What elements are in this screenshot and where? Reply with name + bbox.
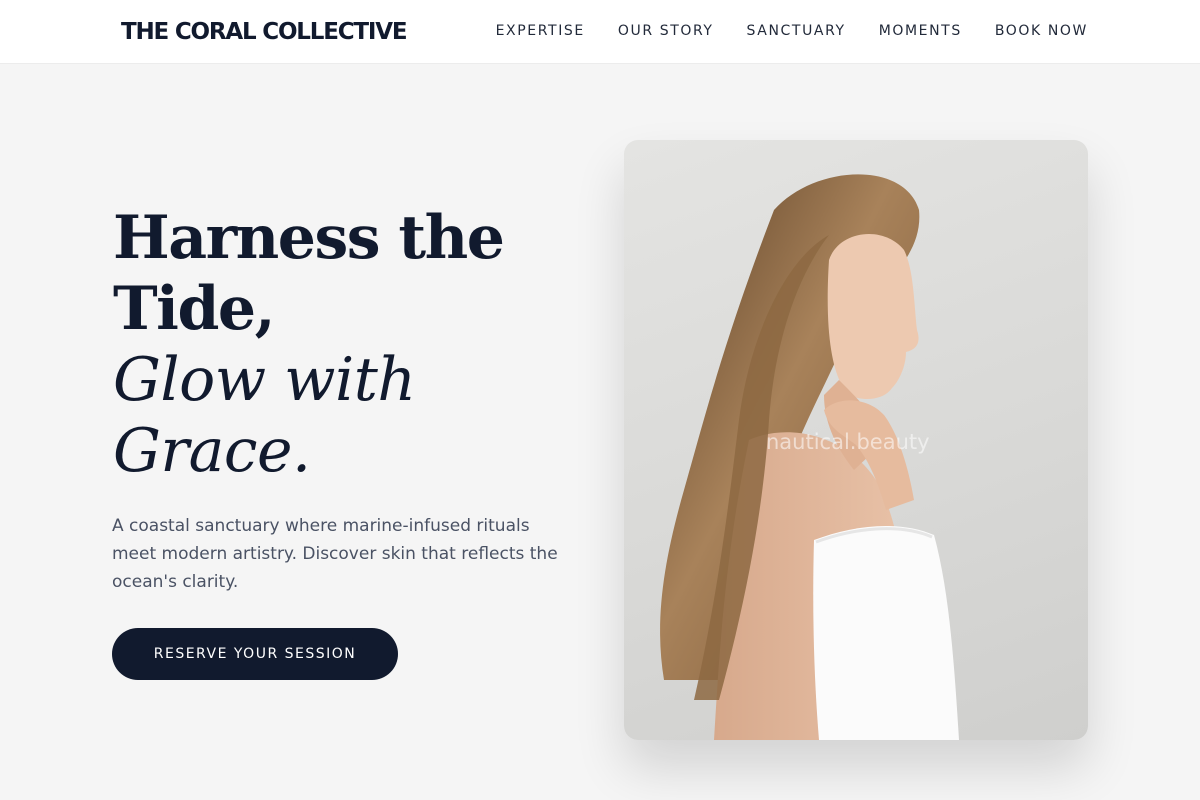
headline-line-3: Glow with xyxy=(113,345,416,415)
nav-item-moments[interactable]: MOMENTS xyxy=(879,20,962,42)
main-nav: EXPERTISE OUR STORY SANCTUARY MOMENTS BO… xyxy=(496,20,1088,42)
headline-line-2: Tide, xyxy=(113,274,275,344)
site-header: THE CORAL COLLECTIVE EXPERTISE OUR STORY… xyxy=(0,0,1200,64)
nav-item-our-story[interactable]: OUR STORY xyxy=(618,20,714,42)
hero-image: nautical.beauty xyxy=(624,140,1088,740)
headline-line-1: Harness the xyxy=(113,203,505,273)
brand-logo[interactable]: THE CORAL COLLECTIVE xyxy=(113,14,415,50)
image-watermark: nautical.beauty xyxy=(766,430,930,454)
nav-item-expertise[interactable]: EXPERTISE xyxy=(496,20,585,42)
nav-item-sanctuary[interactable]: SANCTUARY xyxy=(747,20,846,42)
reserve-session-button[interactable]: RESERVE YOUR SESSION xyxy=(112,628,398,680)
nav-item-book-now[interactable]: BOOK NOW xyxy=(995,20,1088,42)
hero-intro-text: A coastal sanctuary where marine-infused… xyxy=(112,516,558,592)
headline-line-4: Grace. xyxy=(113,416,311,486)
hero-headline: Harness the Tide, Glow with Grace. xyxy=(113,203,573,487)
